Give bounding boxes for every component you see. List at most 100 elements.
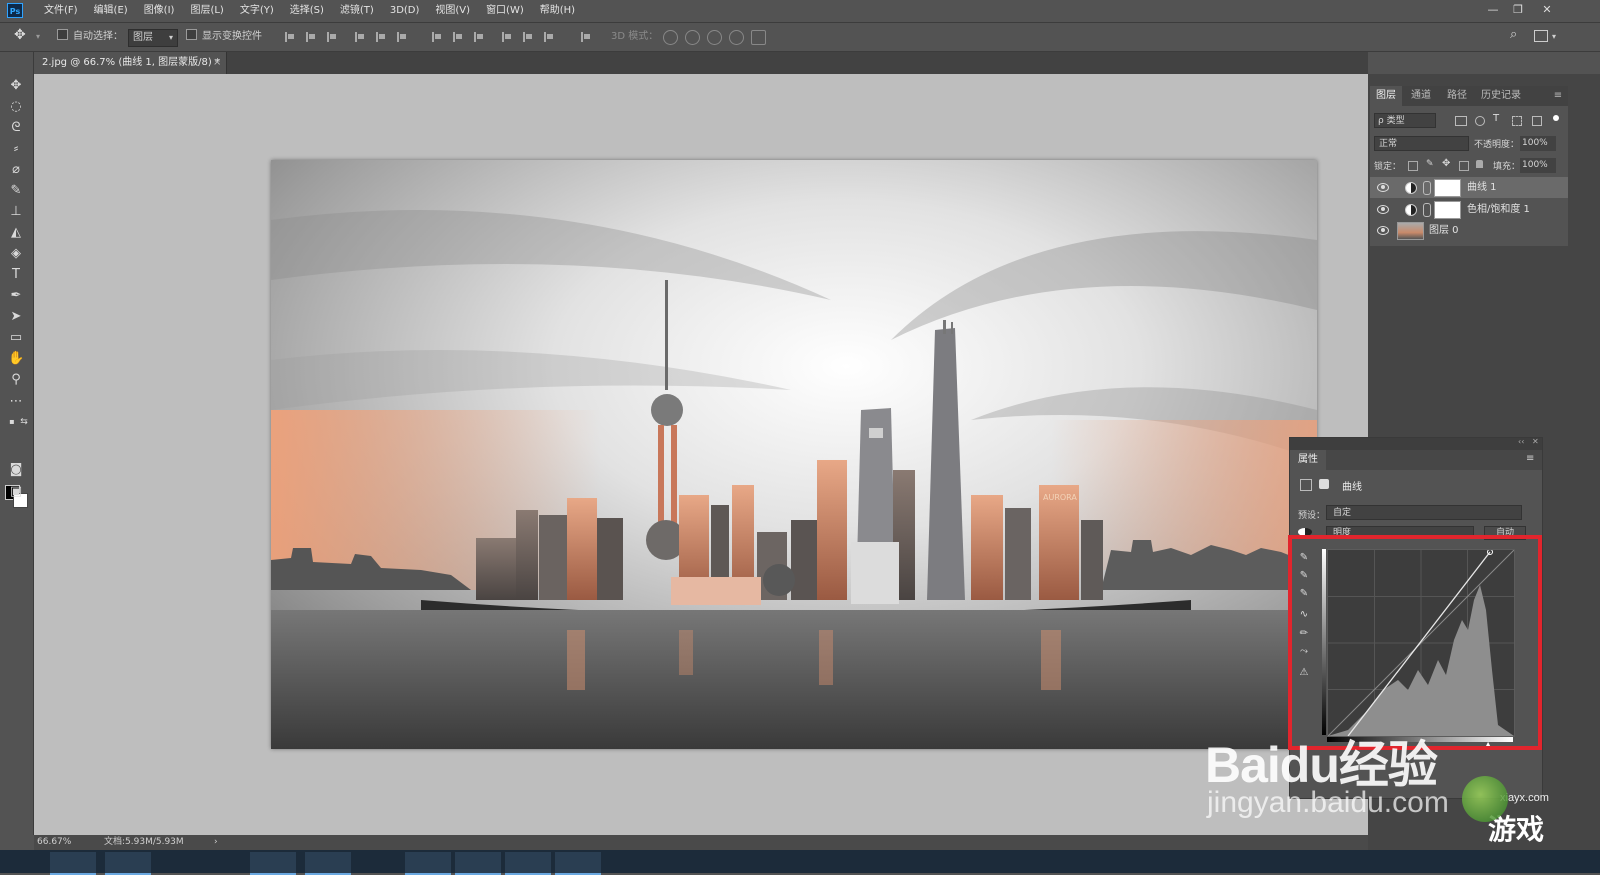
visibility-eye-icon[interactable] — [1377, 226, 1389, 235]
eraser-tool-icon[interactable]: ◭ — [8, 225, 24, 241]
paint-bucket-tool-icon[interactable]: ◈ — [8, 246, 24, 262]
3d-pan-icon[interactable] — [707, 30, 722, 45]
layer-mask-thumbnail[interactable] — [1434, 201, 1461, 219]
menu-image[interactable]: 图像(I) — [136, 0, 183, 22]
marquee-tool-icon[interactable]: ◌ — [8, 99, 24, 115]
lock-position-icon[interactable]: ✥ — [1442, 158, 1450, 169]
menu-select[interactable]: 选择(S) — [282, 0, 332, 22]
align-hcenter-icon[interactable] — [376, 32, 388, 42]
taskbar-app-8-icon[interactable] — [555, 852, 601, 875]
lock-all-icon[interactable] — [1476, 160, 1483, 168]
3d-roll-icon[interactable] — [685, 30, 700, 45]
menu-3d[interactable]: 3D(D) — [382, 0, 428, 22]
shape-tool-icon[interactable]: ▭ — [8, 330, 24, 346]
filter-adjustment-icon[interactable] — [1475, 116, 1485, 126]
distribute-top-icon[interactable] — [432, 32, 444, 42]
visibility-eye-icon[interactable] — [1377, 183, 1389, 192]
tab-history[interactable]: 历史记录 — [1476, 86, 1526, 106]
lasso-tool-icon[interactable]: ᘓ — [8, 120, 24, 136]
clone-stamp-tool-icon[interactable]: ⊥ — [8, 204, 24, 220]
taskbar-app-4-icon[interactable] — [305, 852, 351, 875]
taskbar-app-1-icon[interactable] — [50, 852, 96, 875]
tab-paths[interactable]: 路径 — [1440, 86, 1474, 106]
search-icon[interactable]: ⌕ — [1510, 27, 1517, 43]
curves-adjustment-icon[interactable] — [1300, 479, 1312, 491]
distribute-left-icon[interactable] — [502, 32, 514, 42]
mask-properties-icon[interactable] — [1319, 479, 1329, 489]
taskbar-app-2-icon[interactable] — [105, 852, 151, 875]
menu-view[interactable]: 视图(V) — [427, 0, 478, 22]
layer-filter-select[interactable]: ρ 类型 — [1374, 113, 1436, 128]
auto-select-target-select[interactable]: 图层 ▾ — [128, 29, 178, 47]
taskbar-app-3-icon[interactable] — [250, 852, 296, 875]
3d-slide-icon[interactable] — [729, 30, 744, 45]
properties-title-bar[interactable]: ‹‹ ✕ — [1290, 437, 1542, 450]
menu-help[interactable]: 帮助(H) — [532, 0, 583, 22]
layer-name[interactable]: 图层 0 — [1429, 220, 1459, 241]
tab-properties[interactable]: 属性 — [1290, 450, 1326, 470]
tool-preset-chevron-icon[interactable]: ▾ — [36, 29, 40, 45]
3d-rotate-icon[interactable] — [663, 30, 678, 45]
taskbar-app-5-icon[interactable] — [405, 852, 451, 875]
zoom-tool-icon[interactable]: ⚲ — [8, 372, 24, 388]
panel-menu-icon[interactable]: ≡ — [1550, 86, 1566, 106]
distribute-vcenter-icon[interactable] — [453, 32, 465, 42]
show-transform-checkbox[interactable]: 显示变换控件 — [186, 29, 262, 45]
align-bottom-icon[interactable] — [327, 32, 339, 42]
close-window-button[interactable]: ✕ — [1536, 2, 1558, 18]
workspace-chevron-icon[interactable]: ▾ — [1552, 29, 1556, 45]
move-tool-icon[interactable]: ✥ — [8, 78, 24, 94]
close-panel-icon[interactable]: ✕ — [1532, 437, 1539, 446]
align-right-icon[interactable] — [397, 32, 409, 42]
menu-file[interactable]: 文件(F) — [36, 0, 86, 22]
layer-row-curves[interactable]: 曲线 1 — [1370, 177, 1568, 198]
auto-select-checkbox[interactable]: 自动选择： — [57, 29, 123, 45]
align-vcenter-icon[interactable] — [306, 32, 318, 42]
distribute-right-icon[interactable] — [544, 32, 556, 42]
quick-mask-icon[interactable]: ◙ — [8, 462, 24, 478]
lock-pixels-icon[interactable]: ✎ — [1426, 159, 1434, 169]
document-tab[interactable]: 2.jpg @ 66.7% (曲线 1, 图层蒙版/8) * — [34, 52, 227, 74]
workspace-icon[interactable] — [1534, 30, 1548, 42]
opacity-input[interactable]: 100% — [1520, 136, 1556, 151]
quick-select-tool-icon[interactable]: ⸗ — [8, 141, 24, 157]
screen-mode-icon[interactable]: ▣ — [8, 484, 24, 500]
layer-mask-thumbnail[interactable] — [1434, 179, 1461, 197]
auto-align-icon[interactable] — [581, 32, 593, 42]
mask-link-icon[interactable] — [1423, 203, 1431, 217]
minimize-button[interactable]: — — [1482, 2, 1504, 18]
mask-link-icon[interactable] — [1423, 181, 1431, 195]
taskbar-app-6-icon[interactable] — [455, 852, 501, 875]
fill-input[interactable]: 100% — [1520, 158, 1556, 173]
zoom-level[interactable]: 66.67% — [37, 835, 71, 850]
filter-pixel-icon[interactable] — [1455, 116, 1467, 126]
menu-type[interactable]: 文字(Y) — [232, 0, 282, 22]
document-image[interactable]: AURORA — [271, 160, 1317, 749]
path-select-tool-icon[interactable]: ➤ — [8, 309, 24, 325]
layer-row-image[interactable]: 图层 0 — [1370, 220, 1568, 241]
status-menu-arrow-icon[interactable]: › — [214, 835, 218, 850]
canvas-area[interactable]: AURORA — [34, 74, 1368, 835]
align-left-icon[interactable] — [355, 32, 367, 42]
crop-eyedropper-tool-icon[interactable]: ⌀ — [8, 162, 24, 178]
menu-layer[interactable]: 图层(L) — [182, 0, 231, 22]
more-tools-icon[interactable]: ⋯ — [8, 394, 24, 410]
menu-window[interactable]: 窗口(W) — [478, 0, 532, 22]
3d-scale-icon[interactable] — [751, 30, 766, 45]
filter-shape-icon[interactable] — [1512, 116, 1522, 126]
menu-edit[interactable]: 编辑(E) — [86, 0, 136, 22]
taskbar-app-7-icon[interactable] — [505, 852, 551, 875]
distribute-bottom-icon[interactable] — [474, 32, 486, 42]
move-icon[interactable]: ✥ — [14, 27, 26, 43]
layer-row-hue-saturation[interactable]: 色相/饱和度 1 — [1370, 199, 1568, 220]
close-document-icon[interactable]: × — [213, 52, 221, 74]
layer-name[interactable]: 色相/饱和度 1 — [1467, 199, 1530, 220]
properties-menu-icon[interactable]: ≡ — [1526, 453, 1534, 464]
lock-artboard-icon[interactable] — [1459, 161, 1469, 171]
tab-channels[interactable]: 通道 — [1404, 86, 1438, 106]
collapse-panel-icon[interactable]: ‹‹ — [1518, 437, 1524, 446]
preset-select[interactable]: 自定 — [1326, 505, 1522, 520]
brush-tool-icon[interactable]: ✎ — [8, 183, 24, 199]
lock-transparency-icon[interactable] — [1408, 161, 1418, 171]
tab-layers[interactable]: 图层 — [1370, 86, 1402, 106]
